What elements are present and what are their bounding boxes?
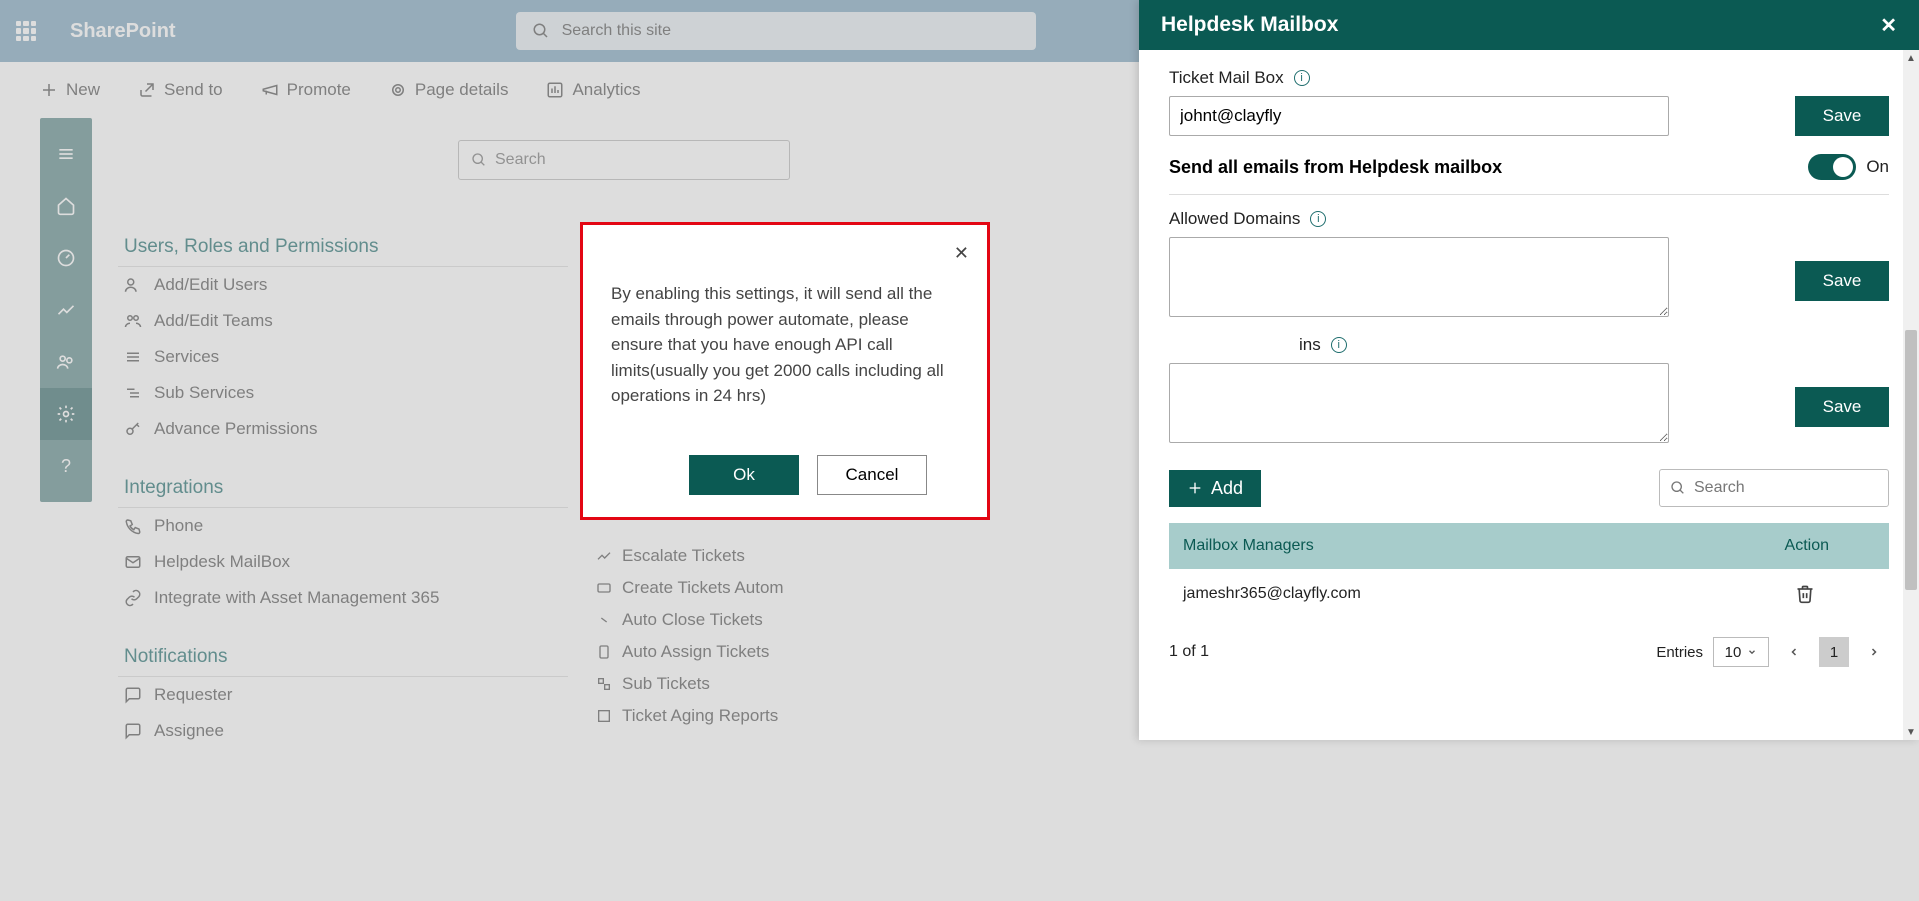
- sendall-label: Send all emails from Helpdesk mailbox: [1169, 157, 1502, 178]
- add-label: Add: [1211, 478, 1243, 499]
- info-icon[interactable]: i: [1294, 70, 1310, 86]
- scroll-up-icon[interactable]: ▲: [1903, 50, 1919, 66]
- excluded-domains-label: Excluded Domainsi: [1169, 335, 1889, 355]
- pager-page-1[interactable]: 1: [1819, 637, 1849, 667]
- entries-value: 10: [1725, 644, 1742, 661]
- plus-icon: [1187, 480, 1203, 496]
- label-text: Ticket Mail Box: [1169, 68, 1284, 88]
- label-text-tail: ins: [1299, 335, 1321, 355]
- managers-table-head: Mailbox Managers Action: [1169, 523, 1889, 569]
- page-number: 1: [1830, 644, 1838, 661]
- pager-next[interactable]: [1859, 637, 1889, 667]
- excluded-domains-input[interactable]: [1169, 363, 1669, 443]
- managers-search[interactable]: Search: [1659, 469, 1889, 507]
- ticket-mailbox-label: Ticket Mail Box i: [1169, 68, 1889, 88]
- manager-email: jameshr365@clayfly.com: [1183, 585, 1361, 603]
- search-icon: [1670, 480, 1686, 496]
- cancel-button[interactable]: Cancel: [817, 455, 927, 495]
- sendall-toggle[interactable]: [1808, 154, 1856, 180]
- ok-button[interactable]: Ok: [689, 455, 799, 495]
- chevron-right-icon: [1868, 646, 1880, 658]
- search-placeholder: Search: [1694, 479, 1745, 497]
- chevron-down-icon: [1747, 647, 1757, 657]
- panel-header: Helpdesk Mailbox ✕: [1139, 0, 1919, 50]
- save-button[interactable]: Save: [1795, 96, 1889, 136]
- label-text: Allowed Domains: [1169, 209, 1300, 229]
- info-icon[interactable]: i: [1331, 337, 1347, 353]
- scrollbar-thumb[interactable]: [1905, 330, 1917, 590]
- pager-summary: 1 of 1: [1169, 643, 1209, 661]
- save-button[interactable]: Save: [1795, 387, 1889, 427]
- modal-message: By enabling this settings, it will send …: [611, 281, 959, 409]
- th-action: Action: [1785, 537, 1829, 555]
- confirm-modal: ✕ By enabling this settings, it will sen…: [580, 222, 990, 520]
- helpdesk-mailbox-panel: Helpdesk Mailbox ✕ Ticket Mail Box i Save…: [1139, 0, 1919, 740]
- entries-select[interactable]: 10: [1713, 637, 1769, 667]
- entries-label: Entries: [1656, 644, 1703, 661]
- chevron-left-icon: [1788, 646, 1800, 658]
- table-row: jameshr365@clayfly.com: [1169, 569, 1889, 619]
- save-button[interactable]: Save: [1795, 261, 1889, 301]
- scroll-down-icon[interactable]: ▼: [1903, 724, 1919, 740]
- info-icon[interactable]: i: [1310, 211, 1326, 227]
- th-managers: Mailbox Managers: [1183, 537, 1314, 555]
- add-button[interactable]: Add: [1169, 470, 1261, 507]
- close-icon[interactable]: ✕: [1880, 13, 1897, 38]
- panel-title: Helpdesk Mailbox: [1161, 13, 1338, 37]
- ticket-mailbox-input[interactable]: [1169, 96, 1669, 136]
- pager-prev[interactable]: [1779, 637, 1809, 667]
- pager: 1 of 1 Entries 10 1: [1169, 637, 1889, 667]
- delete-icon[interactable]: [1795, 583, 1815, 605]
- toggle-state: On: [1866, 157, 1889, 177]
- close-icon[interactable]: ✕: [954, 243, 969, 264]
- panel-body: Ticket Mail Box i Save Send all emails fr…: [1139, 50, 1919, 687]
- allowed-domains-input[interactable]: [1169, 237, 1669, 317]
- allowed-domains-label: Allowed Domains i: [1169, 209, 1889, 229]
- panel-scrollbar[interactable]: ▲ ▼: [1903, 50, 1919, 740]
